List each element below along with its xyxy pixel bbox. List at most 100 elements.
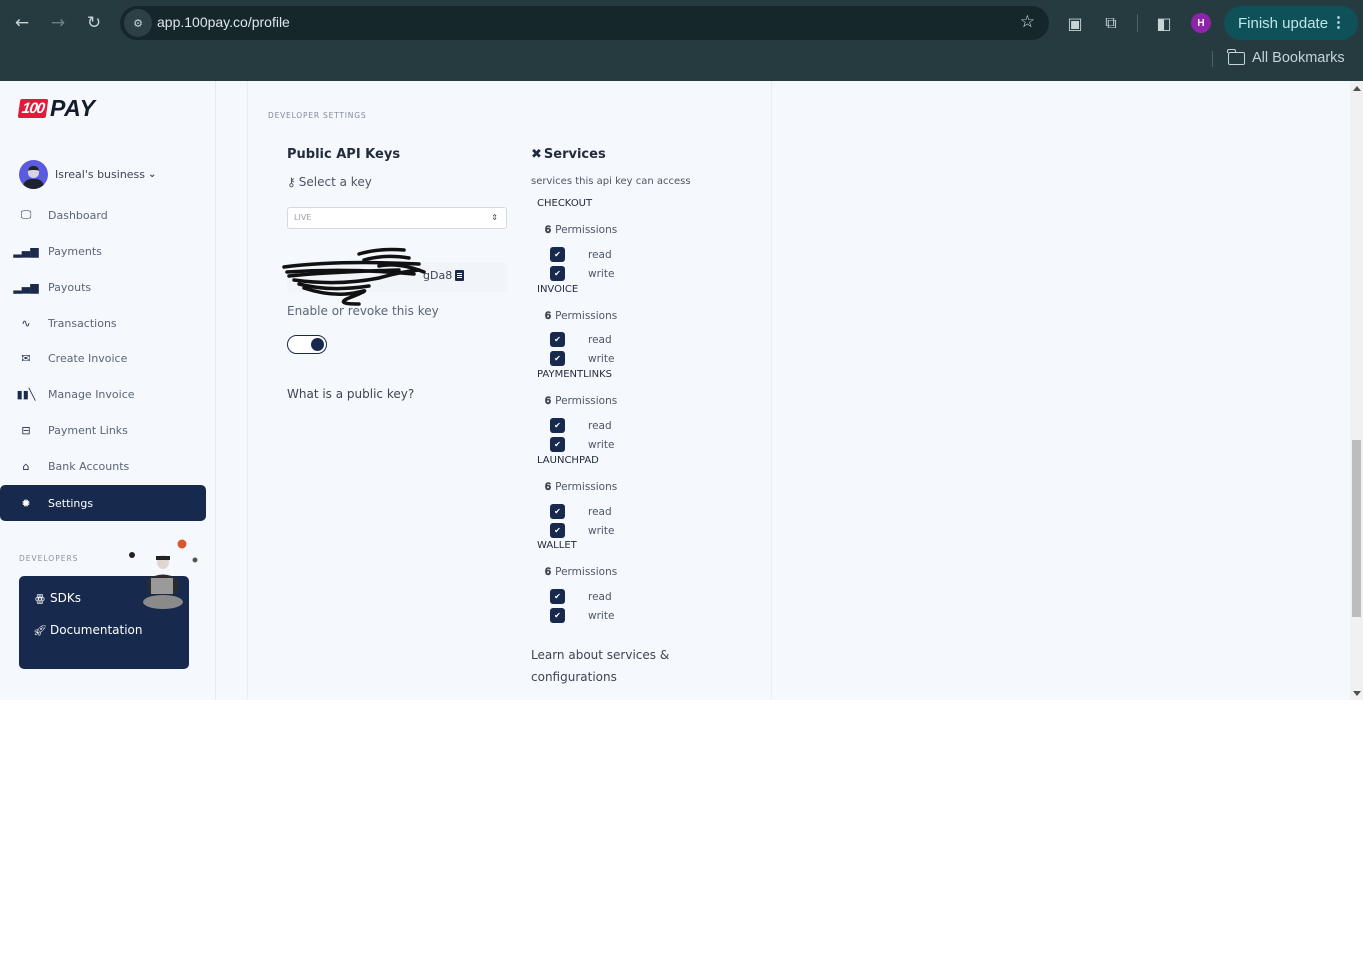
- sidebar-item-label: Payment Links: [48, 423, 128, 437]
- sidebar-item-bank-accounts[interactable]: ⌂ Bank Accounts: [0, 448, 206, 484]
- section-label: DEVELOPER SETTINGS: [268, 111, 367, 120]
- page-scrollbar[interactable]: [1350, 81, 1363, 700]
- media-icon[interactable]: ▣: [1064, 12, 1086, 34]
- wallet-write-checkbox[interactable]: ✔ write: [550, 608, 614, 623]
- sidebar-item-transactions[interactable]: ∿ Transactions: [0, 305, 206, 341]
- services-title: ✖ Services: [531, 147, 606, 162]
- finish-update-button[interactable]: Finish update ⋮: [1224, 6, 1358, 40]
- redaction-scribble: [282, 247, 426, 306]
- sdks-link[interactable]: ꙮ SDKs: [33, 591, 81, 605]
- paymentlinks-write-checkbox[interactable]: ✔ write: [550, 437, 614, 452]
- key-select-value: LIVE: [294, 213, 312, 222]
- unlock-icon: 𝟔: [545, 309, 552, 322]
- checkbox-label: read: [588, 590, 612, 603]
- permissions-heading: 𝟔 Permissions: [545, 480, 617, 494]
- logo-badge: 100: [17, 98, 49, 118]
- service-name: INVOICE: [537, 284, 579, 295]
- all-bookmarks-button[interactable]: All Bookmarks: [1227, 48, 1345, 66]
- bar-chart-icon: ▂▄▆: [13, 280, 39, 294]
- books-icon: ▮▮╲: [16, 387, 36, 401]
- unlock-icon: 𝟔: [545, 565, 552, 578]
- monitor-icon: 🖵: [20, 208, 32, 221]
- scrollbar-thumb[interactable]: [1352, 440, 1361, 617]
- learn-services-link[interactable]: Learn about services & configurations: [531, 644, 711, 688]
- sidebar-item-label: Settings: [48, 496, 94, 510]
- select-key-label: ⚷ Select a key: [287, 175, 372, 189]
- rocket-icon: 🚀︎: [33, 623, 47, 637]
- logo-word: PAY: [50, 94, 96, 121]
- key-select[interactable]: LIVE ⇕: [287, 207, 507, 229]
- forward-button[interactable]: →: [45, 10, 71, 36]
- checkbox-checked-icon: ✔: [550, 523, 565, 538]
- profile-avatar[interactable]: H: [1191, 13, 1211, 33]
- permissions-heading: 𝟔 Permissions: [545, 223, 617, 237]
- scroll-down-icon[interactable]: [1353, 691, 1361, 696]
- sidebar-item-label: Payouts: [48, 280, 92, 294]
- paymentlinks-read-checkbox[interactable]: ✔ read: [550, 418, 612, 433]
- bar-chart-icon: ▂▄▆: [13, 244, 39, 258]
- wallet-read-checkbox[interactable]: ✔ read: [550, 589, 612, 604]
- sidebar-item-label: Transactions: [48, 316, 117, 330]
- checkbox-checked-icon: ✔: [550, 504, 565, 519]
- launchpad-read-checkbox[interactable]: ✔ read: [550, 504, 612, 519]
- sidebar-item-dashboard[interactable]: 🖵 Dashboard: [0, 197, 206, 233]
- developer-settings-panel: DEVELOPER SETTINGS Public API Keys ⚷ Sel…: [247, 81, 772, 700]
- service-name: CHECKOUT: [537, 198, 593, 209]
- sidebar-item-label: Payments: [48, 244, 102, 258]
- chevron-down-icon: ⌄: [148, 169, 157, 180]
- envelope-icon: ✉: [21, 351, 31, 365]
- tools-icon: ✖: [531, 147, 542, 162]
- enable-key-toggle[interactable]: [287, 335, 327, 354]
- public-key-help-link[interactable]: What is a public key?: [287, 387, 414, 401]
- sidebar-item-create-invoice[interactable]: ✉ Create Invoice: [0, 340, 206, 376]
- reload-button[interactable]: ↻: [81, 10, 107, 36]
- side-panel-icon[interactable]: ◧: [1153, 12, 1175, 34]
- documentation-label: Documentation: [50, 623, 143, 637]
- logo[interactable]: 100 PAY: [17, 94, 96, 121]
- checkbox-checked-icon: ✔: [550, 247, 565, 262]
- more-vert-icon: ⋮: [1331, 14, 1346, 31]
- checkout-write-checkbox[interactable]: ✔ write: [550, 266, 614, 281]
- url-text[interactable]: app.100pay.co/profile: [157, 14, 290, 30]
- bookmark-star-icon[interactable]: ☆: [1020, 12, 1035, 32]
- checkbox-label: read: [588, 505, 612, 518]
- launchpad-write-checkbox[interactable]: ✔ write: [550, 523, 614, 538]
- api-key-display: gDa8: [282, 247, 507, 306]
- unlock-icon: 𝟔: [545, 394, 552, 407]
- extensions-icon[interactable]: ⧉: [1100, 12, 1122, 34]
- checkbox-label: read: [588, 248, 612, 261]
- checkbox-checked-icon: ✔: [550, 266, 565, 281]
- address-bar[interactable]: ⚙ app.100pay.co/profile ☆: [120, 6, 1049, 40]
- sidebar-item-payouts[interactable]: ▂▄▆ Payouts: [0, 269, 206, 305]
- sidebar-item-settings[interactable]: ✹ Settings: [0, 485, 206, 521]
- permissions-label: Permissions: [555, 566, 618, 578]
- checkbox-label: read: [588, 333, 612, 346]
- copy-icon[interactable]: [455, 270, 465, 281]
- invoice-read-checkbox[interactable]: ✔ read: [550, 332, 612, 347]
- sidebar-item-payment-links[interactable]: ⊟ Payment Links: [0, 412, 206, 448]
- key-icon: ⚷: [287, 175, 296, 189]
- scroll-up-icon[interactable]: [1353, 86, 1361, 91]
- developers-heading: DEVELOPERS: [19, 554, 79, 563]
- api-key-value: gDa8: [423, 269, 465, 282]
- arrow-left-icon: ←: [14, 13, 30, 33]
- invoice-write-checkbox[interactable]: ✔ write: [550, 351, 614, 366]
- page-viewport: 100 PAY Isreal's business ⌄ 🖵 Dashboard …: [0, 81, 1363, 700]
- sidebar-item-manage-invoice[interactable]: ▮▮╲ Manage Invoice: [0, 376, 206, 412]
- checkout-read-checkbox[interactable]: ✔ read: [550, 247, 612, 262]
- permissions-heading: 𝟔 Permissions: [545, 565, 617, 579]
- sidebar-item-payments[interactable]: ▂▄▆ Payments: [0, 233, 206, 269]
- site-info-icon[interactable]: ⚙: [124, 9, 152, 37]
- checkbox-label: write: [588, 438, 615, 451]
- checkbox-label: write: [588, 609, 615, 622]
- permissions-label: Permissions: [555, 481, 618, 493]
- back-button[interactable]: ←: [9, 10, 35, 36]
- business-switcher[interactable]: Isreal's business ⌄: [19, 160, 156, 189]
- service-name: WALLET: [537, 540, 577, 551]
- reload-icon: ↻: [86, 13, 102, 33]
- all-bookmarks-label: All Bookmarks: [1252, 50, 1345, 66]
- documentation-link[interactable]: 🚀︎ Documentation: [33, 623, 143, 637]
- permissions-label: Permissions: [555, 310, 618, 322]
- sdk-icon: ꙮ: [35, 591, 45, 605]
- sidebar: 100 PAY Isreal's business ⌄ 🖵 Dashboard …: [0, 81, 216, 700]
